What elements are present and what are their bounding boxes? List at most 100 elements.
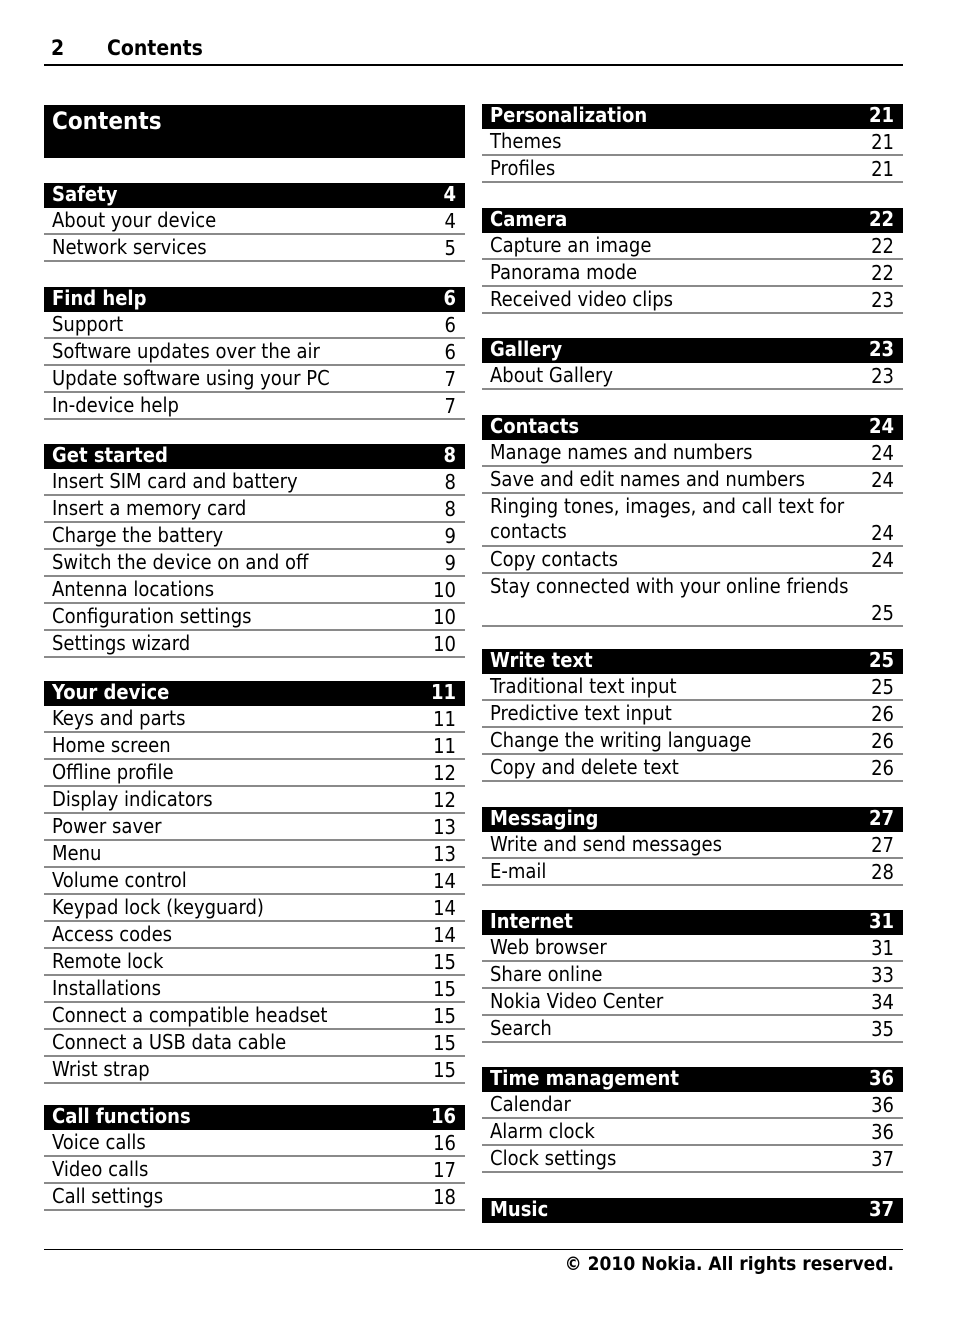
entry-title: Power saver (52, 814, 162, 838)
toc-entry[interactable]: Capture an image 22 (482, 233, 903, 260)
section-header[interactable]: Contacts 24 (482, 414, 903, 440)
toc-section: Messaging 27 Write and send messages 27 E-ma… (482, 806, 903, 886)
toc-entry[interactable]: Change the writing language 26 (482, 728, 903, 755)
section-header[interactable]: Call functions 16 (44, 1104, 465, 1130)
entry-title: About Gallery (490, 363, 613, 387)
toc-entry[interactable]: Manage names and numbers 24 (482, 440, 903, 467)
toc-entry[interactable]: In-device help 7 (44, 393, 465, 420)
entry-title: Clock settings (490, 1146, 617, 1170)
toc-entry[interactable]: Connect a compatible headset 15 (44, 1003, 465, 1030)
toc-entry[interactable]: Voice calls 16 (44, 1130, 465, 1157)
entry-page-number: 22 (871, 234, 894, 258)
toc-entry[interactable]: Keys and parts 11 (44, 706, 465, 733)
toc-entry[interactable]: Connect a USB data cable 15 (44, 1030, 465, 1057)
section-title: Personalization (490, 103, 648, 127)
toc-entry[interactable]: Nokia Video Center 34 (482, 989, 903, 1016)
toc-entry[interactable]: Access codes 14 (44, 922, 465, 949)
entry-page-number: 24 (871, 441, 894, 465)
toc-entry[interactable]: Calendar 36 (482, 1092, 903, 1119)
section-header[interactable]: Camera 22 (482, 207, 903, 233)
section-header[interactable]: Get started 8 (44, 443, 465, 469)
toc-entry[interactable]: Copy and delete text 26 (482, 755, 903, 782)
entry-title: Menu (52, 841, 102, 865)
toc-entry[interactable]: Predictive text input 26 (482, 701, 903, 728)
section-header[interactable]: Find help 6 (44, 286, 465, 312)
entry-title: Nokia Video Center (490, 989, 664, 1013)
section-header[interactable]: Write text 25 (482, 648, 903, 674)
toc-entry[interactable]: About Gallery 23 (482, 363, 903, 390)
toc-section: Find help 6 Support 6 Software updates over … (44, 286, 465, 420)
toc-entry[interactable]: Switch the device on and off 9 (44, 550, 465, 577)
toc-entry[interactable]: Wrist strap 15 (44, 1057, 465, 1084)
section-header[interactable]: Safety 4 (44, 182, 465, 208)
toc-entry[interactable]: Share online 33 (482, 962, 903, 989)
entry-page-number: 11 (433, 734, 456, 758)
toc-entry[interactable]: Settings wizard 10 (44, 631, 465, 658)
entry-title: Access codes (52, 922, 173, 946)
toc-entry[interactable]: Menu 13 (44, 841, 465, 868)
section-page-number: 27 (868, 806, 894, 830)
toc-entry[interactable]: Display indicators 12 (44, 787, 465, 814)
section-header[interactable]: Time management 36 (482, 1066, 903, 1092)
entry-page-number: 24 (871, 548, 894, 572)
toc-entry[interactable]: Remote lock 15 (44, 949, 465, 976)
section-header[interactable]: Music 37 (482, 1197, 903, 1223)
section-title: Time management (490, 1066, 679, 1090)
toc-entry[interactable]: Support 6 (44, 312, 465, 339)
toc-entry[interactable]: Panorama mode 22 (482, 260, 903, 287)
toc-entry[interactable]: Update software using your PC 7 (44, 366, 465, 393)
section-header[interactable]: Personalization 21 (482, 103, 903, 129)
entry-title: Connect a compatible headset (52, 1003, 328, 1027)
toc-entry[interactable]: Themes 21 (482, 129, 903, 156)
toc-entry[interactable]: Write and send messages 27 (482, 832, 903, 859)
toc-entry[interactable]: Charge the battery 9 (44, 523, 465, 550)
section-header[interactable]: Internet 31 (482, 909, 903, 935)
toc-entry[interactable]: Search 35 (482, 1016, 903, 1043)
entry-page-number: 8 (444, 470, 456, 494)
page-header: 2 Contents (44, 34, 903, 66)
entry-title: Network services (52, 235, 207, 259)
entry-page-number: 36 (871, 1120, 894, 1144)
toc-entry[interactable]: Configuration settings 10 (44, 604, 465, 631)
section-title: Safety (52, 182, 118, 206)
toc-entry[interactable]: Installations 15 (44, 976, 465, 1003)
entry-page-number: 33 (871, 963, 894, 987)
toc-entry[interactable]: Ringing tones, images, and call text for… (482, 494, 903, 547)
toc-entry[interactable]: Insert SIM card and battery 8 (44, 469, 465, 496)
entry-title: Voice calls (52, 1130, 146, 1154)
toc-entry[interactable]: Antenna locations 10 (44, 577, 465, 604)
section-header[interactable]: Messaging 27 (482, 806, 903, 832)
entry-title: Software updates over the air (52, 339, 320, 363)
toc-entry[interactable]: Software updates over the air 6 (44, 339, 465, 366)
toc-entry[interactable]: Offline profile 12 (44, 760, 465, 787)
section-title: Music (490, 1197, 549, 1221)
toc-entry[interactable]: Home screen 11 (44, 733, 465, 760)
toc-entry[interactable]: Stay connected with your online friends 2… (482, 574, 903, 627)
entry-page-number: 4 (444, 209, 456, 233)
toc-entry[interactable]: About your device 4 (44, 208, 465, 235)
toc-entry[interactable]: E-mail 28 (482, 859, 903, 886)
toc-entry[interactable]: Keypad lock (keyguard) 14 (44, 895, 465, 922)
toc-entry[interactable]: Network services 5 (44, 235, 465, 262)
toc-entry[interactable]: Clock settings 37 (482, 1146, 903, 1173)
toc-entry[interactable]: Power saver 13 (44, 814, 465, 841)
entry-page-number: 15 (433, 950, 456, 974)
entry-page-number: 13 (433, 842, 456, 866)
entry-title: Themes (490, 129, 562, 153)
toc-entry[interactable]: Received video clips 23 (482, 287, 903, 314)
toc-entry[interactable]: Traditional text input 25 (482, 674, 903, 701)
entry-title: Web browser (490, 935, 607, 959)
toc-entry[interactable]: Video calls 17 (44, 1157, 465, 1184)
entry-page-number: 9 (444, 551, 456, 575)
section-header[interactable]: Gallery 23 (482, 337, 903, 363)
toc-entry[interactable]: Copy contacts 24 (482, 547, 903, 574)
toc-entry[interactable]: Call settings 18 (44, 1184, 465, 1211)
toc-section: Music 37 (482, 1197, 903, 1223)
toc-entry[interactable]: Save and edit names and numbers 24 (482, 467, 903, 494)
toc-entry[interactable]: Profiles 21 (482, 156, 903, 183)
toc-entry[interactable]: Web browser 31 (482, 935, 903, 962)
toc-entry[interactable]: Alarm clock 36 (482, 1119, 903, 1146)
section-header[interactable]: Your device 11 (44, 680, 465, 706)
toc-entry[interactable]: Volume control 14 (44, 868, 465, 895)
toc-entry[interactable]: Insert a memory card 8 (44, 496, 465, 523)
